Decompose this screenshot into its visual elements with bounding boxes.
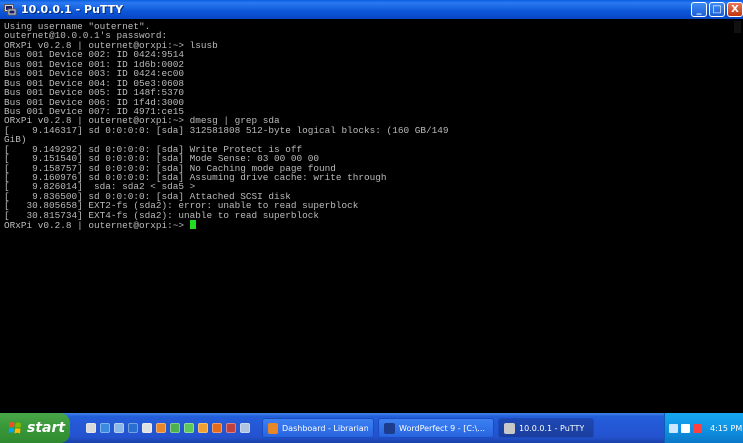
system-tray: 4:15 PM [664,413,743,443]
taskbar: start Dashboard - Librarian... WordPerfec… [0,413,743,443]
volume-icon[interactable] [681,423,690,433]
taskbar-button[interactable]: WordPerfect 9 - [C:\... [378,418,494,438]
terminal-line: [ 9.146317] sd 0:0:0:0: [sda] 312581808 … [4,124,449,136]
browser-icon [268,422,279,434]
wordperfect-icon [384,422,395,434]
task-list: Dashboard - Librarian... WordPerfect 9 - … [258,418,594,438]
apps-icon[interactable] [226,423,236,433]
network-tray-icon[interactable] [693,423,702,433]
taskbar-button-label: 10.0.0.1 - PuTTY [519,423,585,433]
terminal-scrollbar[interactable] [733,19,743,413]
windows-flag-icon [8,421,22,435]
network-icon[interactable] [114,423,124,433]
minimize-icon: _ [696,4,702,15]
terminal-cursor [189,220,196,230]
ie-icon[interactable] [100,423,110,433]
putty-icon [4,3,17,16]
start-label: start [27,420,66,436]
window-title: 10.0.0.1 - PuTTY [21,3,124,16]
taskbar-button[interactable]: 10.0.0.1 - PuTTY [498,418,594,438]
clock[interactable]: 4:15 PM [710,424,742,433]
maximize-button[interactable]: □ [709,2,725,17]
close-icon: X [731,4,739,15]
edit-icon[interactable] [184,423,194,433]
fox-icon[interactable] [212,423,222,433]
putty-icon [504,422,515,434]
taskbar-button[interactable]: Dashboard - Librarian... [262,418,374,438]
taskbar-button-label: Dashboard - Librarian... [282,423,368,433]
terminal-prompt-line: ORxPi v0.2.8 | outernet@orxpi:~> [4,220,733,232]
close-button[interactable]: X [727,2,743,17]
start-button[interactable]: start [0,413,70,443]
scrollbar-thumb[interactable] [734,21,741,33]
terminal-output[interactable]: Using username "outernet". outernet@10.0.… [0,19,733,413]
settings-icon[interactable] [240,423,250,433]
firefox-icon[interactable] [156,423,166,433]
back-arrow-icon[interactable] [669,423,678,433]
taskbar-button-label: WordPerfect 9 - [C:\... [399,423,485,433]
terminal-line: [ 30.815734] EXT4-fs (sda2): unable to r… [4,209,320,221]
minimize-button[interactable]: _ [691,2,707,17]
notepad-icon[interactable] [86,423,96,433]
media-icon[interactable] [128,423,138,433]
chrome-icon[interactable] [170,423,180,433]
terminal-prompt: ORxPi v0.2.8 | outernet@orxpi:~> [4,220,190,232]
quick-launch [86,423,254,433]
title-bar[interactable]: 10.0.0.1 - PuTTY _ □ X [0,0,743,19]
speaker-icon[interactable] [142,423,152,433]
maximize-icon: □ [712,4,722,15]
ball-icon[interactable] [198,423,208,433]
